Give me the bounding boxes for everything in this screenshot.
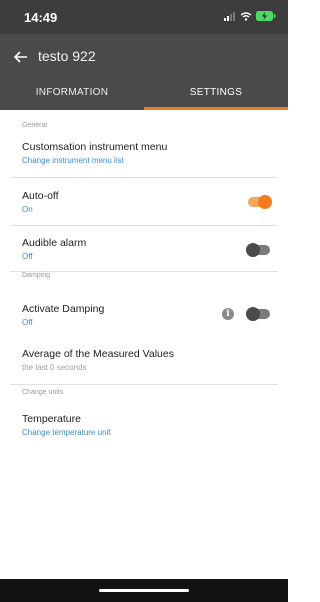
section-header-general: General [22, 122, 47, 129]
setting-title: Activate Damping [22, 303, 105, 315]
section-header-change-units: Change units [22, 389, 64, 396]
auto-off-toggle[interactable] [248, 195, 272, 209]
tab-information[interactable]: INFORMATION [0, 80, 144, 110]
signal-icon [224, 11, 235, 21]
setting-temperature[interactable]: Temperature Change temperature unit [10, 403, 278, 447]
wifi-icon [240, 11, 252, 21]
toggle-knob [258, 195, 272, 209]
setting-title: Auto-off [22, 190, 59, 202]
tab-settings[interactable]: SETTINGS [144, 80, 288, 110]
setting-subtitle: Off [22, 252, 33, 261]
status-bar: 14:49 [0, 0, 288, 34]
setting-title: Customsation instrument menu [22, 141, 168, 153]
setting-title: Temperature [22, 413, 81, 425]
setting-activate-damping[interactable]: Activate Damping Off i [10, 289, 278, 337]
audible-alarm-toggle[interactable] [246, 243, 270, 257]
back-button[interactable] [10, 46, 32, 68]
setting-subtitle: Change temperature unit [22, 428, 111, 437]
setting-auto-off[interactable]: Auto-off On [10, 178, 278, 226]
setting-average-measured-values[interactable]: Average of the Measured Values the last … [10, 337, 278, 385]
arrow-left-icon [14, 51, 27, 63]
info-icon[interactable]: i [222, 308, 234, 320]
app-title: testo 922 [38, 48, 96, 64]
setting-audible-alarm[interactable]: Audible alarm Off [10, 226, 278, 271]
system-icons [224, 11, 276, 21]
activate-damping-toggle[interactable] [246, 307, 270, 321]
tab-bar: INFORMATION SETTINGS [0, 80, 288, 110]
setting-subtitle: On [22, 205, 33, 214]
setting-title: Audible alarm [22, 237, 87, 249]
setting-subtitle: Change instrument menu list [22, 156, 124, 165]
section-header-damping: Damping [10, 271, 278, 289]
app-bar: testo 922 [0, 34, 288, 80]
setting-subtitle: the last 0 seconds [22, 363, 87, 372]
setting-title: Average of the Measured Values [22, 348, 174, 360]
toggle-knob [246, 307, 260, 321]
bottom-bar [0, 579, 288, 602]
status-time: 14:49 [24, 10, 58, 25]
settings-list: General Customsation instrument menu Cha… [0, 110, 288, 447]
toggle-knob [246, 243, 260, 257]
home-indicator[interactable] [99, 589, 189, 592]
setting-subtitle: Off [22, 318, 33, 327]
battery-charging-icon [256, 11, 276, 21]
setting-customisation-menu[interactable]: Customsation instrument menu Change inst… [10, 126, 278, 178]
